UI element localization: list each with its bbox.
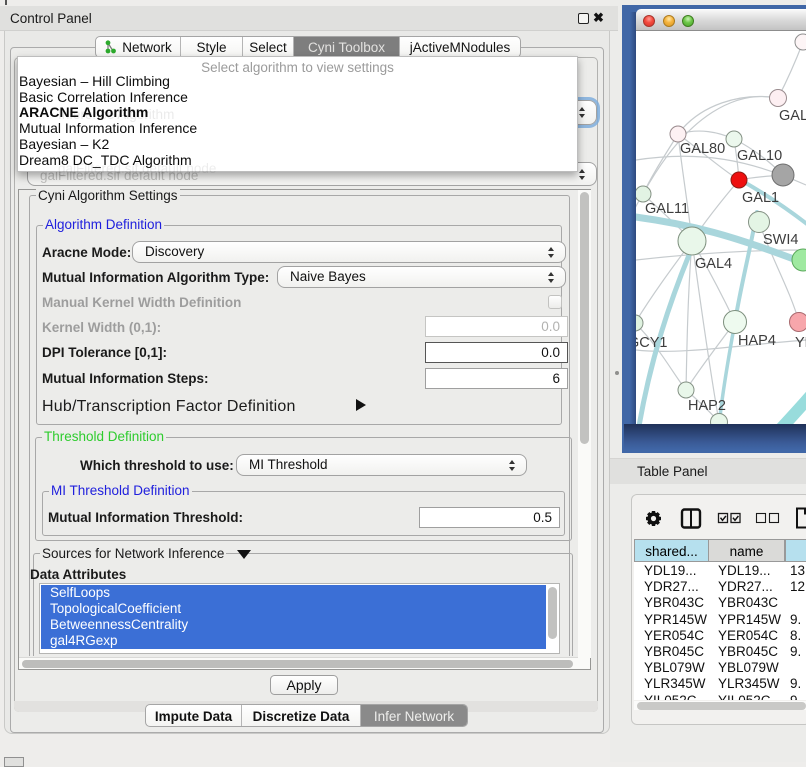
svg-text:HAP2: HAP2 [688, 398, 726, 414]
svg-text:GAL80: GAL80 [680, 141, 725, 157]
svg-text:HAP4: HAP4 [738, 333, 776, 349]
svg-text:GAL11: GAL11 [645, 201, 689, 217]
svg-text:GCY1: GCY1 [636, 335, 668, 351]
svg-text:GAL1: GAL1 [742, 190, 779, 206]
svg-text:GAL4: GAL4 [695, 256, 732, 272]
svg-text:GAL7: GAL7 [779, 108, 806, 124]
svg-text:GAL10: GAL10 [737, 148, 782, 164]
svg-text:SWI4: SWI4 [763, 232, 798, 248]
svg-text:YM: YM [795, 335, 806, 351]
